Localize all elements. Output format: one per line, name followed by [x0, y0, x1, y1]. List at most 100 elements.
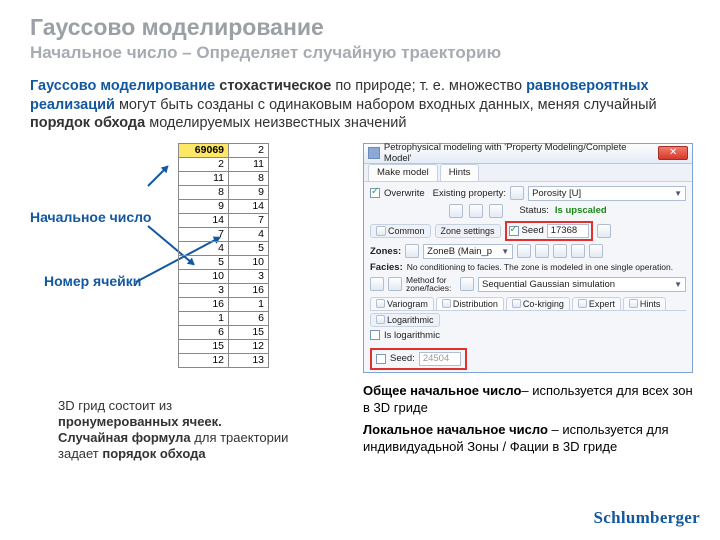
- subtab-expert[interactable]: Expert: [572, 297, 621, 310]
- toolbar-icon-1[interactable]: [449, 204, 463, 218]
- property-dropdown[interactable]: Porosity [U]▼: [528, 186, 686, 201]
- toolbar-icon-3[interactable]: [489, 204, 503, 218]
- toolbar-icon-2[interactable]: [469, 204, 483, 218]
- subtab-variogram-label: Variogram: [387, 299, 428, 309]
- window-body: Overwrite Existing property: Porosity [U…: [364, 182, 692, 374]
- table-cell: 12: [229, 339, 269, 353]
- table-cell: 69069: [179, 143, 229, 157]
- zone-tool-1[interactable]: [517, 244, 531, 258]
- table-row: 510: [179, 255, 269, 269]
- method-tool-1[interactable]: [370, 277, 384, 291]
- table-row: 211: [179, 157, 269, 171]
- method-icon: [460, 277, 474, 291]
- method-dropdown[interactable]: Sequential Gaussian simulation▼: [478, 277, 686, 292]
- table-cell: 3: [179, 283, 229, 297]
- table-row: 147: [179, 213, 269, 227]
- is-log-checkbox[interactable]: [370, 330, 380, 340]
- tab-make-model[interactable]: Make model: [368, 164, 438, 181]
- arrow-seed-1: [147, 165, 168, 186]
- intro-b2: порядок обхода: [30, 115, 149, 131]
- pill-common[interactable]: Common: [370, 224, 431, 238]
- subtab-hints[interactable]: Hints: [623, 297, 667, 310]
- table-cell: 9: [179, 199, 229, 213]
- window-title: Petrophysical modeling with 'Property Mo…: [384, 142, 654, 164]
- local-seed-checkbox[interactable]: [376, 354, 386, 364]
- note2-bold: Локальное начальное число: [363, 422, 548, 437]
- status-label: Status:: [519, 205, 549, 216]
- status-value: Is upscaled: [555, 205, 607, 216]
- pill-zone-settings[interactable]: Zone settings: [435, 224, 501, 238]
- pill-log-label: Logarithmic: [387, 315, 434, 325]
- intro-t2: могут быть созданы с одинаковым набором …: [115, 97, 657, 113]
- table-row: 118: [179, 171, 269, 185]
- logo: Schlumberger: [593, 508, 700, 528]
- table-cell: 11: [179, 171, 229, 185]
- table-cell: 12: [179, 353, 229, 367]
- intro-t1: по природе; т. е. множество: [331, 78, 526, 94]
- local-seed-label: Seed:: [390, 353, 415, 364]
- subtab-distribution-label: Distribution: [453, 299, 498, 309]
- table-row: 16: [179, 311, 269, 325]
- method-tool-2[interactable]: [388, 277, 402, 291]
- overwrite-label: Overwrite: [384, 188, 425, 199]
- intro-b1: стохастическое: [215, 78, 331, 94]
- caption-3d: 3D грид состоит из пронумерованных ячеек…: [58, 398, 293, 463]
- cap-d: порядок обхода: [102, 446, 205, 461]
- cokriging-icon: [512, 299, 521, 308]
- overwrite-checkbox[interactable]: [370, 188, 380, 198]
- zone-tool-5[interactable]: [589, 244, 603, 258]
- zone-tool-3[interactable]: [553, 244, 567, 258]
- window-tabs: Make model Hints: [364, 164, 692, 182]
- pill-zone-label: Zone settings: [441, 226, 495, 236]
- property-icon: [510, 186, 524, 200]
- page-title: Гауссово моделирование: [0, 0, 720, 41]
- table-cell: 4: [229, 227, 269, 241]
- subtab-cokriging[interactable]: Co-kriging: [506, 297, 570, 310]
- subtab-cokriging-label: Co-kriging: [523, 299, 564, 309]
- zone-icon: [405, 244, 419, 258]
- seed-table: 6906922111188991414774455101033161611661…: [178, 143, 269, 368]
- table-cell: 10: [179, 269, 229, 283]
- table-cell: 2: [229, 143, 269, 157]
- chevron-down-icon: ▼: [501, 247, 509, 256]
- intro-hl1: Гауссово моделирование: [30, 78, 215, 94]
- subtab-variogram[interactable]: Variogram: [370, 297, 434, 310]
- global-seed-checkbox[interactable]: [509, 226, 519, 236]
- table-cell: 2: [179, 157, 229, 171]
- pill-common-label: Common: [388, 226, 425, 236]
- zone-value: ZoneB (Main_p: [427, 246, 492, 257]
- table-row: 914: [179, 199, 269, 213]
- cap-a: 3D грид состоит из: [58, 398, 172, 413]
- sub-tabs: Variogram Distribution Co-kriging Expert…: [370, 297, 686, 311]
- table-cell: 15: [229, 325, 269, 339]
- refresh-icon[interactable]: [597, 224, 611, 238]
- variogram-icon: [376, 299, 385, 308]
- table-row: 1213: [179, 353, 269, 367]
- global-seed-field[interactable]: 17368: [547, 224, 589, 238]
- subtab-distribution[interactable]: Distribution: [436, 297, 504, 310]
- tab-hints[interactable]: Hints: [440, 164, 480, 181]
- table-cell: 5: [229, 241, 269, 255]
- table-cell: 14: [229, 199, 269, 213]
- notes-block: Общее начальное число– используется для …: [363, 383, 693, 463]
- zone-tool-2[interactable]: [535, 244, 549, 258]
- table-cell: 16: [179, 297, 229, 311]
- table-cell: 6: [229, 311, 269, 325]
- table-row: 89: [179, 185, 269, 199]
- table-cell: 5: [179, 255, 229, 269]
- pill-logarithmic[interactable]: Logarithmic: [370, 313, 440, 327]
- zone-dropdown[interactable]: ZoneB (Main_p ▼: [423, 244, 513, 259]
- local-seed-field[interactable]: 24504: [419, 352, 461, 366]
- table-cell: 9: [229, 185, 269, 199]
- table-row: 316: [179, 283, 269, 297]
- expert-icon: [578, 299, 587, 308]
- table-row: 161: [179, 297, 269, 311]
- zone-tool-4[interactable]: [571, 244, 585, 258]
- common-icon: [376, 226, 386, 236]
- close-icon[interactable]: ✕: [658, 146, 688, 160]
- global-seed-box: Seed 17368: [505, 221, 593, 241]
- method-value: Sequential Gaussian simulation: [482, 279, 615, 290]
- app-icon: [368, 147, 380, 159]
- table-cell: 10: [229, 255, 269, 269]
- window-titlebar[interactable]: Petrophysical modeling with 'Property Mo…: [364, 144, 692, 164]
